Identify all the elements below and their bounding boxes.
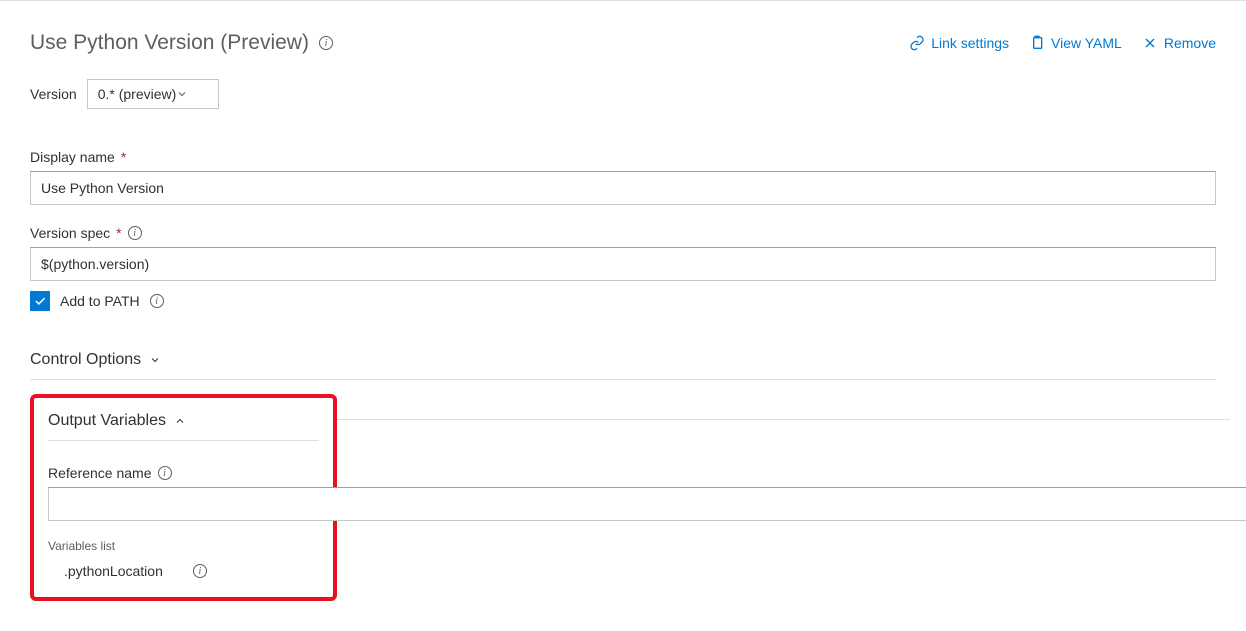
check-icon xyxy=(33,294,47,308)
info-icon[interactable]: i xyxy=(158,466,172,480)
variable-item: .pythonLocation i xyxy=(48,563,319,579)
view-yaml-button[interactable]: View YAML xyxy=(1029,35,1122,51)
display-name-input[interactable] xyxy=(30,171,1216,205)
info-icon[interactable]: i xyxy=(150,294,164,308)
clipboard-icon xyxy=(1029,35,1045,51)
info-icon[interactable]: i xyxy=(193,564,207,578)
required-marker: * xyxy=(116,225,121,241)
info-icon[interactable]: i xyxy=(319,36,333,50)
section-divider xyxy=(335,419,1230,420)
link-settings-button[interactable]: Link settings xyxy=(909,35,1009,51)
version-selected: 0.* (preview) xyxy=(98,86,177,102)
version-spec-field: Version spec * i Add to PATH i xyxy=(30,225,1216,311)
display-name-label: Display name xyxy=(30,149,115,165)
chevron-down-icon xyxy=(149,354,161,366)
close-icon xyxy=(1142,35,1158,51)
remove-label: Remove xyxy=(1164,35,1216,51)
title-text: Use Python Version (Preview) xyxy=(30,31,309,55)
link-settings-label: Link settings xyxy=(931,35,1009,51)
chevron-up-icon xyxy=(174,415,186,427)
reference-name-label-row: Reference name i xyxy=(48,465,319,481)
reference-name-input[interactable] xyxy=(48,487,1246,521)
version-spec-input[interactable] xyxy=(30,247,1216,281)
link-icon xyxy=(909,35,925,51)
version-spec-label: Version spec xyxy=(30,225,110,241)
info-icon[interactable]: i xyxy=(128,226,142,240)
add-to-path-checkbox[interactable] xyxy=(30,291,50,311)
control-options-section[interactable]: Control Options xyxy=(30,341,1216,380)
display-name-label-row: Display name * xyxy=(30,149,1216,165)
task-config-panel: Use Python Version (Preview) i Link sett… xyxy=(0,0,1246,631)
add-to-path-label: Add to PATH xyxy=(60,293,140,309)
variable-name: .pythonLocation xyxy=(64,563,163,579)
page-title: Use Python Version (Preview) i xyxy=(30,31,333,55)
header-actions: Link settings View YAML Remove xyxy=(909,35,1216,51)
version-spec-label-row: Version spec * i xyxy=(30,225,1216,241)
add-to-path-row: Add to PATH i xyxy=(30,291,1216,311)
view-yaml-label: View YAML xyxy=(1051,35,1122,51)
control-options-label: Control Options xyxy=(30,351,141,369)
version-dropdown[interactable]: 0.* (preview) xyxy=(87,79,220,109)
reference-name-label: Reference name xyxy=(48,465,152,481)
required-marker: * xyxy=(121,149,126,165)
header-row: Use Python Version (Preview) i Link sett… xyxy=(30,31,1216,55)
output-variables-label: Output Variables xyxy=(48,412,166,430)
variables-list-label: Variables list xyxy=(48,539,319,553)
reference-name-input-wrap xyxy=(48,487,319,521)
output-variables-section[interactable]: Output Variables xyxy=(48,412,319,441)
version-row: Version 0.* (preview) xyxy=(30,79,1216,109)
output-variables-wrapper: Output Variables Reference name i Variab… xyxy=(30,394,1230,601)
display-name-field: Display name * xyxy=(30,149,1216,205)
chevron-down-icon xyxy=(176,88,188,100)
version-label: Version xyxy=(30,86,77,102)
output-variables-highlight: Output Variables Reference name i Variab… xyxy=(30,394,337,601)
remove-button[interactable]: Remove xyxy=(1142,35,1216,51)
